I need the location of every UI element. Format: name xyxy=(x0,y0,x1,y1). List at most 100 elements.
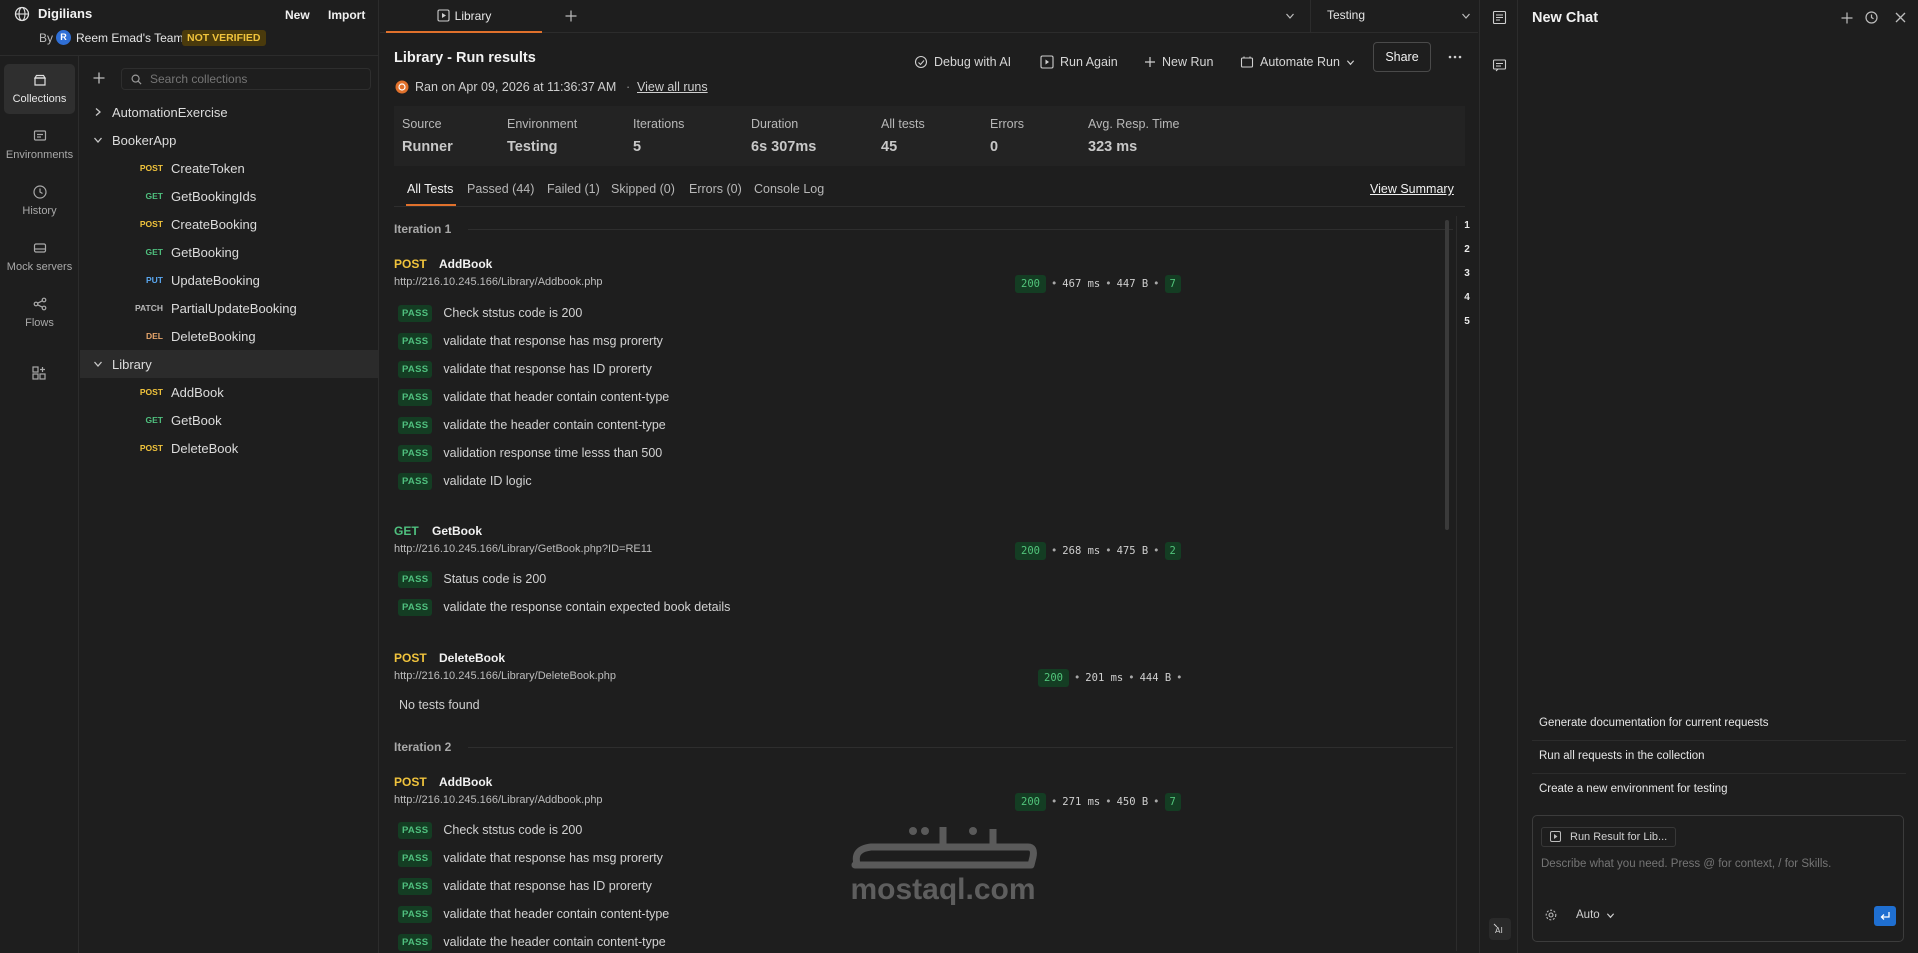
request-deletebook[interactable]: POST DeleteBook xyxy=(80,434,378,462)
request-partialupdatebooking[interactable]: PATCH PartialUpdateBooking xyxy=(80,294,378,322)
stat-environment-value: Testing xyxy=(507,139,558,155)
view-summary-link[interactable]: View Summary xyxy=(1370,182,1454,196)
new-button[interactable]: New xyxy=(279,5,316,25)
collection-library[interactable]: Library xyxy=(80,350,378,378)
request-name: GetBook xyxy=(171,412,222,428)
automate-run-button[interactable]: Automate Run xyxy=(1240,50,1361,74)
rail-history[interactable]: History xyxy=(4,176,75,226)
tab-errors[interactable]: Errors (0) xyxy=(689,182,742,196)
chat-history-icon[interactable] xyxy=(1864,10,1879,25)
send-button[interactable] xyxy=(1874,906,1896,926)
method-badge: POST xyxy=(139,219,163,229)
iteration-navigator: 1 2 3 4 5 xyxy=(1456,216,1474,951)
comments-icon[interactable] xyxy=(1492,58,1507,73)
chevron-down-icon[interactable] xyxy=(93,359,109,369)
test-result: PASS validate the response contain expect… xyxy=(398,597,730,617)
tab-all-tests[interactable]: All Tests xyxy=(407,182,453,196)
separator: · xyxy=(626,80,631,94)
collection-automationexercise[interactable]: AutomationExercise xyxy=(80,98,378,126)
pass-badge: PASS xyxy=(398,598,433,616)
request-getbookingids[interactable]: GET GetBookingIds xyxy=(80,182,378,210)
iteration-nav-3[interactable]: 3 xyxy=(1460,268,1474,279)
new-chat-plus-icon[interactable] xyxy=(1840,11,1854,25)
tab-skipped[interactable]: Skipped (0) xyxy=(611,182,675,196)
request-name[interactable]: AddBook xyxy=(439,775,492,789)
add-collection-icon[interactable] xyxy=(92,71,106,85)
add-workbench-icon[interactable] xyxy=(31,365,47,381)
view-all-runs-link[interactable]: View all runs xyxy=(637,80,708,94)
iteration-nav-5[interactable]: 5 xyxy=(1460,316,1474,327)
rail-mock-servers[interactable]: Mock servers xyxy=(4,232,75,282)
iteration-divider xyxy=(468,747,1453,748)
context-chip-label: Run Result for Lib... xyxy=(1570,831,1668,843)
context-chip[interactable]: Run Result for Lib... xyxy=(1541,827,1677,847)
workspace-name[interactable]: Digilians xyxy=(38,6,92,21)
response-meta: 200 • 201 ms • 444 B • xyxy=(1038,669,1188,687)
settings-gear-icon[interactable] xyxy=(1545,909,1557,921)
search-collections-input[interactable] xyxy=(150,71,360,87)
close-icon[interactable] xyxy=(1894,11,1907,24)
request-getbooking[interactable]: GET GetBooking xyxy=(80,238,378,266)
environments-icon xyxy=(32,128,48,149)
test-result: PASS validate that header contain content… xyxy=(398,387,669,407)
tabs-dropdown-chevron-icon[interactable] xyxy=(1285,11,1295,21)
import-button[interactable]: Import xyxy=(322,5,371,25)
results-scrollbar[interactable] xyxy=(1445,220,1449,530)
tab-library[interactable]: Library xyxy=(386,0,542,33)
request-name[interactable]: GetBook xyxy=(432,524,482,538)
tab-failed[interactable]: Failed (1) xyxy=(547,182,600,196)
method-badge: GET xyxy=(145,191,163,201)
request-method: POST xyxy=(394,775,427,789)
suggestion-generate-docs[interactable]: Generate documentation for current reque… xyxy=(1539,717,1769,729)
stat-source-label: Source xyxy=(402,117,442,131)
request-createbooking[interactable]: POST CreateBooking xyxy=(80,210,378,238)
request-name[interactable]: DeleteBook xyxy=(439,651,505,665)
response-size: 450 B xyxy=(1116,796,1149,808)
team-name[interactable]: Reem Emad's Team xyxy=(76,31,183,45)
method-badge: GET xyxy=(145,247,163,257)
chevron-down-icon[interactable] xyxy=(93,135,109,145)
rail-environments[interactable]: Environments xyxy=(4,120,75,170)
request-name[interactable]: AddBook xyxy=(439,257,492,271)
runner-tab-icon xyxy=(437,9,450,22)
globe-icon xyxy=(14,6,30,22)
environment-selector[interactable]: Testing xyxy=(1310,0,1478,33)
pass-badge: PASS xyxy=(398,933,433,951)
test-name: validation response time lesss than 500 xyxy=(443,446,663,460)
more-options-icon[interactable] xyxy=(1448,54,1462,60)
iteration-nav-1[interactable]: 1 xyxy=(1460,220,1474,231)
new-run-button[interactable]: New Run xyxy=(1144,50,1213,74)
mock-servers-icon xyxy=(32,240,48,261)
share-button[interactable]: Share xyxy=(1373,42,1431,72)
stat-iterations-value: 5 xyxy=(633,139,642,155)
tab-console-log[interactable]: Console Log xyxy=(754,182,824,196)
rail-collections[interactable]: Collections xyxy=(4,64,75,114)
request-createtoken[interactable]: POST CreateToken xyxy=(80,154,378,182)
test-result: PASS validate that header contain content… xyxy=(398,904,669,924)
stat-duration-value: 6s 307ms xyxy=(751,139,817,155)
by-label: By xyxy=(39,31,54,45)
chat-input[interactable] xyxy=(1541,855,1896,873)
tab-passed[interactable]: Passed (44) xyxy=(467,182,534,196)
debug-with-ai-button[interactable]: Debug with AI xyxy=(914,50,1011,74)
run-again-button[interactable]: Run Again xyxy=(1040,50,1118,74)
request-addbook[interactable]: POST AddBook xyxy=(80,378,378,406)
iteration-label: Iteration 1 xyxy=(394,222,452,236)
request-getbook[interactable]: GET GetBook xyxy=(80,406,378,434)
rail-flows[interactable]: Flows xyxy=(4,288,75,338)
iteration-nav-4[interactable]: 4 xyxy=(1460,292,1474,303)
suggestion-create-env[interactable]: Create a new environment for testing xyxy=(1539,783,1728,795)
chat-panel-icon[interactable] xyxy=(1492,10,1507,25)
suggestion-run-all[interactable]: Run all requests in the collection xyxy=(1539,750,1705,762)
request-updatebooking[interactable]: PUT UpdateBooking xyxy=(80,266,378,294)
collection-bookerapp[interactable]: BookerApp xyxy=(80,126,378,154)
chevron-down-icon xyxy=(1346,58,1361,67)
request-deletebooking[interactable]: DEL DeleteBooking xyxy=(80,322,378,350)
request-name: GetBooking xyxy=(171,244,239,260)
model-selector[interactable]: Auto xyxy=(1576,907,1615,923)
chevron-right-icon[interactable] xyxy=(93,107,109,117)
iteration-nav-2[interactable]: 2 xyxy=(1460,244,1474,255)
response-time: 467 ms xyxy=(1062,278,1101,290)
ai-toggle-icon[interactable]: AI xyxy=(1489,918,1511,940)
new-tab-icon[interactable] xyxy=(564,9,578,23)
